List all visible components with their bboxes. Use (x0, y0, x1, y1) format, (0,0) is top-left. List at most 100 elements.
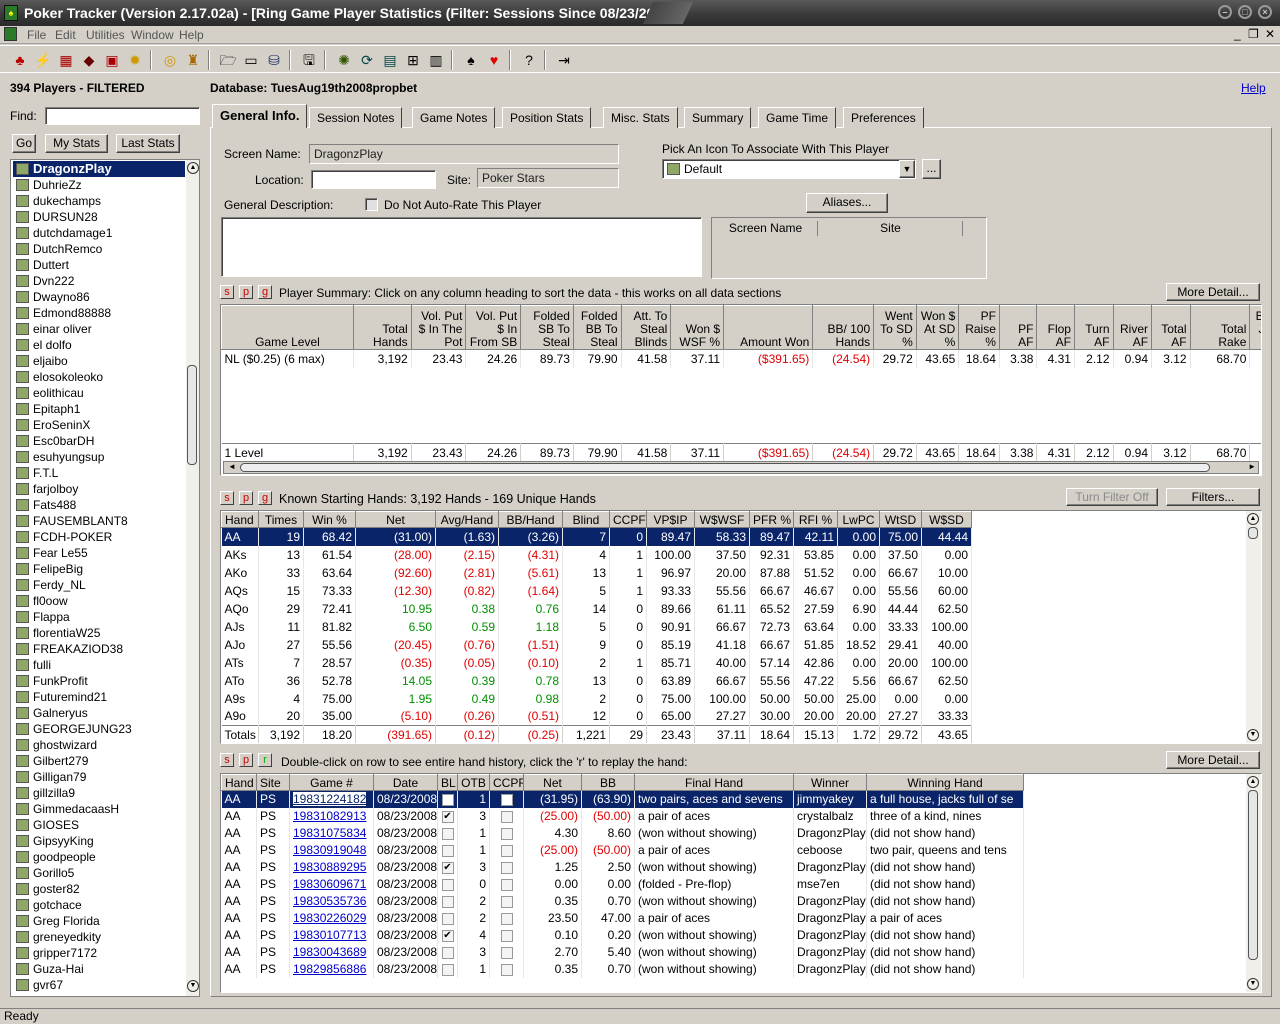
player-list-item[interactable]: elosokoleoko (13, 369, 185, 385)
game-number-link[interactable]: 19830107713 (293, 928, 366, 942)
menu-help[interactable]: Help (179, 28, 204, 42)
table-row[interactable]: AA PS 19831082913 08/23/2008 ✔ 3 (25.00) (50.00… (221, 807, 1024, 825)
summary-g-button[interactable]: g (258, 285, 272, 299)
table-row[interactable]: AA PS 19830535736 08/23/2008 2 0.35 0.70 (won w… (221, 892, 1024, 910)
blind-checkbox[interactable] (441, 912, 454, 925)
summary-s-button[interactable]: s (220, 285, 234, 299)
tab-general-info[interactable]: General Info. (212, 104, 308, 128)
summary-col-header[interactable]: Bad Jac Co (1249, 305, 1261, 350)
vscroll-thumb[interactable] (187, 365, 197, 465)
ccpf-checkbox[interactable] (500, 895, 513, 908)
hands-col-header[interactable]: LwPC (837, 511, 880, 528)
history-col-header[interactable]: Net (523, 774, 582, 791)
player-list-item[interactable]: Ferdy_NL (13, 577, 185, 593)
blind-checkbox[interactable] (441, 878, 454, 891)
player-list-item[interactable]: Greg Florida (13, 913, 185, 929)
spade-icon[interactable]: ♠ (461, 50, 481, 70)
hands-col-header[interactable]: VP$IP (646, 511, 695, 528)
summary-col-header[interactable]: Went To SD % (873, 305, 917, 350)
history-col-header[interactable]: Site (256, 774, 290, 791)
history-col-header[interactable]: BB (581, 774, 635, 791)
table-row[interactable]: ATo 36 52.78 14.05 0.39 0.78 13 0 63.89 66.67 55.5… (221, 671, 972, 690)
mdi-restore-icon[interactable]: ❐ (1248, 27, 1259, 41)
player-list-item[interactable]: Futuremind21 (13, 689, 185, 705)
minimize-window-icon[interactable]: – (1218, 5, 1232, 19)
player-list[interactable]: DragonzPlay DuhrieZz dukechamps DURSUN28 dut… (10, 159, 200, 997)
icon-browse-button[interactable]: ... (922, 159, 941, 179)
player-list-item[interactable]: el dolfo (13, 337, 185, 353)
player-list-item[interactable]: gvr67 (13, 977, 185, 993)
game-number-link[interactable]: 19830609671 (293, 877, 366, 891)
import-hands-icon[interactable]: ♣ (10, 50, 30, 70)
hands-col-header[interactable]: Times (258, 511, 304, 528)
icon-select[interactable]: Default ▼ (662, 159, 916, 179)
summary-col-header[interactable]: PF Raise % (958, 305, 1000, 350)
player-list-item[interactable]: eljaibo (13, 353, 185, 369)
table-row[interactable]: AQo 29 72.41 10.95 0.38 0.76 14 0 89.66 61.11 65.5… (221, 599, 972, 618)
table-row[interactable]: AA PS 19830919048 08/23/2008 1 (25.00) (50.00)… (221, 841, 1024, 859)
player-list-item[interactable]: gotchace (13, 897, 185, 913)
game-number-link[interactable]: 19830226029 (293, 911, 366, 925)
hands-p-button[interactable]: p (239, 491, 253, 505)
mdi-close-icon[interactable]: ✕ (1265, 27, 1275, 41)
scroll-down-icon[interactable]: ▼ (1247, 978, 1259, 990)
hscroll-thumb[interactable] (240, 463, 1210, 472)
history-col-header[interactable]: Winner (793, 774, 867, 791)
summary-col-header[interactable]: Amount Won (723, 305, 814, 350)
game-number-link[interactable]: 19830919048 (293, 843, 366, 857)
aliases-button[interactable]: Aliases... (806, 193, 888, 213)
player-list-item[interactable]: goodpeople (13, 849, 185, 865)
history-col-header[interactable]: OTB (457, 774, 490, 791)
help-link[interactable]: Help (1241, 81, 1266, 95)
scroll-right-icon[interactable]: ► (1248, 462, 1256, 471)
table-row[interactable]: AA 19 68.42 (31.00) (1.63) (3.26) 7 0 89.47 58.33… (221, 527, 972, 546)
player-list-item[interactable]: gillzilla9 (13, 785, 185, 801)
hands-col-header[interactable]: Hand (221, 511, 259, 528)
player-list-item[interactable]: DuhrieZz (13, 177, 185, 193)
maximize-window-icon[interactable]: □ (1238, 5, 1252, 19)
menu-window[interactable]: Window (131, 28, 174, 42)
scroll-up-icon[interactable]: ▲ (1247, 513, 1259, 525)
hands-col-header[interactable]: Net (355, 511, 436, 528)
table-row[interactable]: ATs 7 28.57 (0.35) (0.05) (0.10) 2 1 85.71 40.00 5… (221, 653, 972, 672)
summary-col-header[interactable]: Att. To Steal Blinds (620, 305, 672, 350)
player-list-item[interactable]: ghostwizard (13, 737, 185, 753)
turn-filter-off-button[interactable]: Turn Filter Off (1066, 488, 1158, 506)
player-list-item[interactable]: farjolboy (13, 481, 185, 497)
ccpf-checkbox[interactable] (500, 827, 513, 840)
hands-col-header[interactable]: RFI % (793, 511, 838, 528)
player-list-item[interactable]: Dwayno86 (13, 289, 185, 305)
tab-summary[interactable]: Summary (684, 107, 752, 128)
player-list-item[interactable]: F.T.L (13, 465, 185, 481)
summary-col-header[interactable]: Won $ At SD % (915, 305, 960, 350)
summary-col-header[interactable]: Folded BB To Steal (572, 305, 622, 350)
player-list-item[interactable]: FelipeBig (13, 561, 185, 577)
my-stats-button[interactable]: My Stats (45, 134, 108, 153)
player-list-item[interactable]: Flappa (13, 609, 185, 625)
player-list-item[interactable]: fulli (13, 657, 185, 673)
ccpf-checkbox[interactable] (500, 794, 513, 807)
vscroll-thumb[interactable] (1248, 790, 1258, 960)
database-icon[interactable]: ⛁ (264, 50, 284, 70)
menu-edit[interactable]: Edit (55, 28, 76, 42)
hands-col-header[interactable]: Avg/Hand (435, 511, 499, 528)
summary-p-button[interactable]: p (239, 285, 253, 299)
session-icon[interactable]: ▣ (102, 50, 122, 70)
table-row[interactable]: AJs 11 81.82 6.50 0.59 1.18 5 0 90.91 66.67 72.73 6… (221, 617, 972, 636)
player-list-item[interactable]: Dvn222 (13, 273, 185, 289)
player-list-item[interactable]: goster82 (13, 881, 185, 897)
history-s-button[interactable]: s (220, 753, 234, 767)
exit-icon[interactable]: ⇥ (554, 50, 574, 70)
close-window-icon[interactable]: × (1258, 5, 1272, 19)
tab-position-stats[interactable]: Position Stats (502, 107, 592, 128)
help-question-icon[interactable]: ? (519, 50, 539, 70)
player-list-item[interactable]: FCDH-POKER (13, 529, 185, 545)
player-list-item[interactable]: Duttert (13, 257, 185, 273)
player-list-item[interactable]: DutchRemco (13, 241, 185, 257)
blind-checkbox[interactable] (441, 895, 454, 908)
ccpf-checkbox[interactable] (500, 844, 513, 857)
game-number-link[interactable]: 19830535736 (293, 894, 366, 908)
ccpf-checkbox[interactable] (500, 861, 513, 874)
blind-checkbox[interactable] (441, 794, 454, 807)
hands-col-header[interactable]: W$WSF (694, 511, 750, 528)
